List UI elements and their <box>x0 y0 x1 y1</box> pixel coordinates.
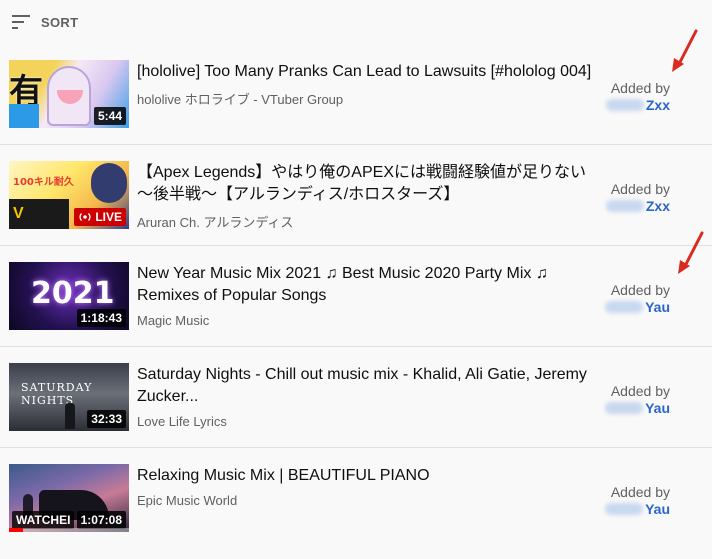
added-by-label: Added by <box>610 383 670 399</box>
added-by-label: Added by <box>610 181 670 197</box>
playlist-video-row[interactable]: 有 罪 5:44 [hololive] Too Many Pranks Can … <box>0 44 712 145</box>
added-by-label: Added by <box>610 80 670 96</box>
added-by-user[interactable]: Zxx <box>646 198 670 214</box>
sort-label: SORT <box>41 14 79 30</box>
channel-name[interactable]: hololive ホロライブ - VTuber Group <box>137 89 597 108</box>
video-thumbnail[interactable]: 有 罪 5:44 <box>9 60 129 128</box>
sort-button[interactable]: SORT <box>12 15 78 30</box>
added-by-user[interactable]: Yau <box>645 400 670 416</box>
added-by: Added by Yau <box>580 383 670 416</box>
added-by-label: Added by <box>610 282 670 298</box>
video-info: [hololive] Too Many Pranks Can Lead to L… <box>137 61 597 108</box>
playlist-video-row[interactable]: 1:07:08 WATCHEI Relaxing Music Mix | BEA… <box>0 448 712 549</box>
live-broadcast-icon <box>79 213 91 221</box>
watch-progress-track <box>9 528 129 532</box>
blurred-username <box>605 200 644 212</box>
live-label: LIVE <box>95 210 122 224</box>
blurred-username <box>605 402 644 414</box>
watched-badge: WATCHEI <box>12 511 75 529</box>
live-badge: LIVE <box>74 208 126 226</box>
channel-name[interactable]: Epic Music World <box>137 493 597 508</box>
video-title[interactable]: 【Apex Legends】やはり俺のAPEXには戦闘経験値が足りない～後半戦～… <box>137 162 597 206</box>
video-thumbnail[interactable]: 1:07:08 WATCHEI <box>9 464 129 532</box>
playlist-video-row[interactable]: 2021 1:18:43 New Year Music Mix 2021 ♫ B… <box>0 246 712 347</box>
added-by-user[interactable]: Zxx <box>646 97 670 113</box>
added-by-label: Added by <box>610 484 670 500</box>
video-info: 【Apex Legends】やはり俺のAPEXには戦闘経験値が足りない～後半戦～… <box>137 162 597 231</box>
video-info: New Year Music Mix 2021 ♫ Best Music 202… <box>137 263 597 328</box>
playlist-video-row[interactable]: SATURDAY NIGHTS 32:33 Saturday Nights - … <box>0 347 712 448</box>
duration-badge: 32:33 <box>87 410 126 428</box>
video-title[interactable]: New Year Music Mix 2021 ♫ Best Music 202… <box>137 263 597 307</box>
video-thumbnail[interactable]: 100キル耐久 V LIVE <box>9 161 129 229</box>
thumbnail-caption: 100キル耐久 <box>13 177 74 188</box>
annotation-arrow-icon <box>678 231 704 274</box>
blurred-username <box>605 503 644 515</box>
channel-name[interactable]: Magic Music <box>137 313 597 328</box>
added-by: Added by Yau <box>580 484 670 517</box>
added-by: Added by Yau <box>580 282 670 315</box>
added-by-user[interactable]: Yau <box>645 501 670 517</box>
duration-badge: 1:18:43 <box>76 309 126 327</box>
blurred-username <box>605 301 644 313</box>
annotation-arrow-icon <box>672 29 698 72</box>
channel-name[interactable]: Aruran Ch. アルランディス <box>137 212 597 231</box>
video-title[interactable]: Relaxing Music Mix | BEAUTIFUL PIANO <box>137 465 597 487</box>
video-info: Saturday Nights - Chill out music mix - … <box>137 364 597 429</box>
playlist-video-list: 有 罪 5:44 [hololive] Too Many Pranks Can … <box>0 44 712 549</box>
video-title[interactable]: Saturday Nights - Chill out music mix - … <box>137 364 597 408</box>
playlist-header: SORT <box>0 0 712 44</box>
video-thumbnail[interactable]: 2021 1:18:43 <box>9 262 129 330</box>
video-thumbnail[interactable]: SATURDAY NIGHTS 32:33 <box>9 363 129 431</box>
sort-icon <box>12 15 30 29</box>
playlist-video-row[interactable]: 100キル耐久 V LIVE 【Apex Legends】やはり俺のAPEXには… <box>0 145 712 246</box>
duration-badge: 1:07:08 <box>76 511 126 529</box>
blurred-username <box>605 99 644 111</box>
video-title[interactable]: [hololive] Too Many Pranks Can Lead to L… <box>137 61 597 83</box>
watch-progress-bar <box>9 528 24 532</box>
thumbnail-caption: SATURDAY NIGHTS <box>21 381 93 407</box>
duration-badge: 5:44 <box>93 107 126 125</box>
added-by: Added by Zxx <box>580 181 670 214</box>
video-info: Relaxing Music Mix | BEAUTIFUL PIANO Epi… <box>137 465 597 508</box>
added-by-user[interactable]: Yau <box>645 299 670 315</box>
thumbnail-caption: 2021 <box>31 276 115 311</box>
channel-name[interactable]: Love Life Lyrics <box>137 414 597 429</box>
added-by: Added by Zxx <box>580 80 670 113</box>
